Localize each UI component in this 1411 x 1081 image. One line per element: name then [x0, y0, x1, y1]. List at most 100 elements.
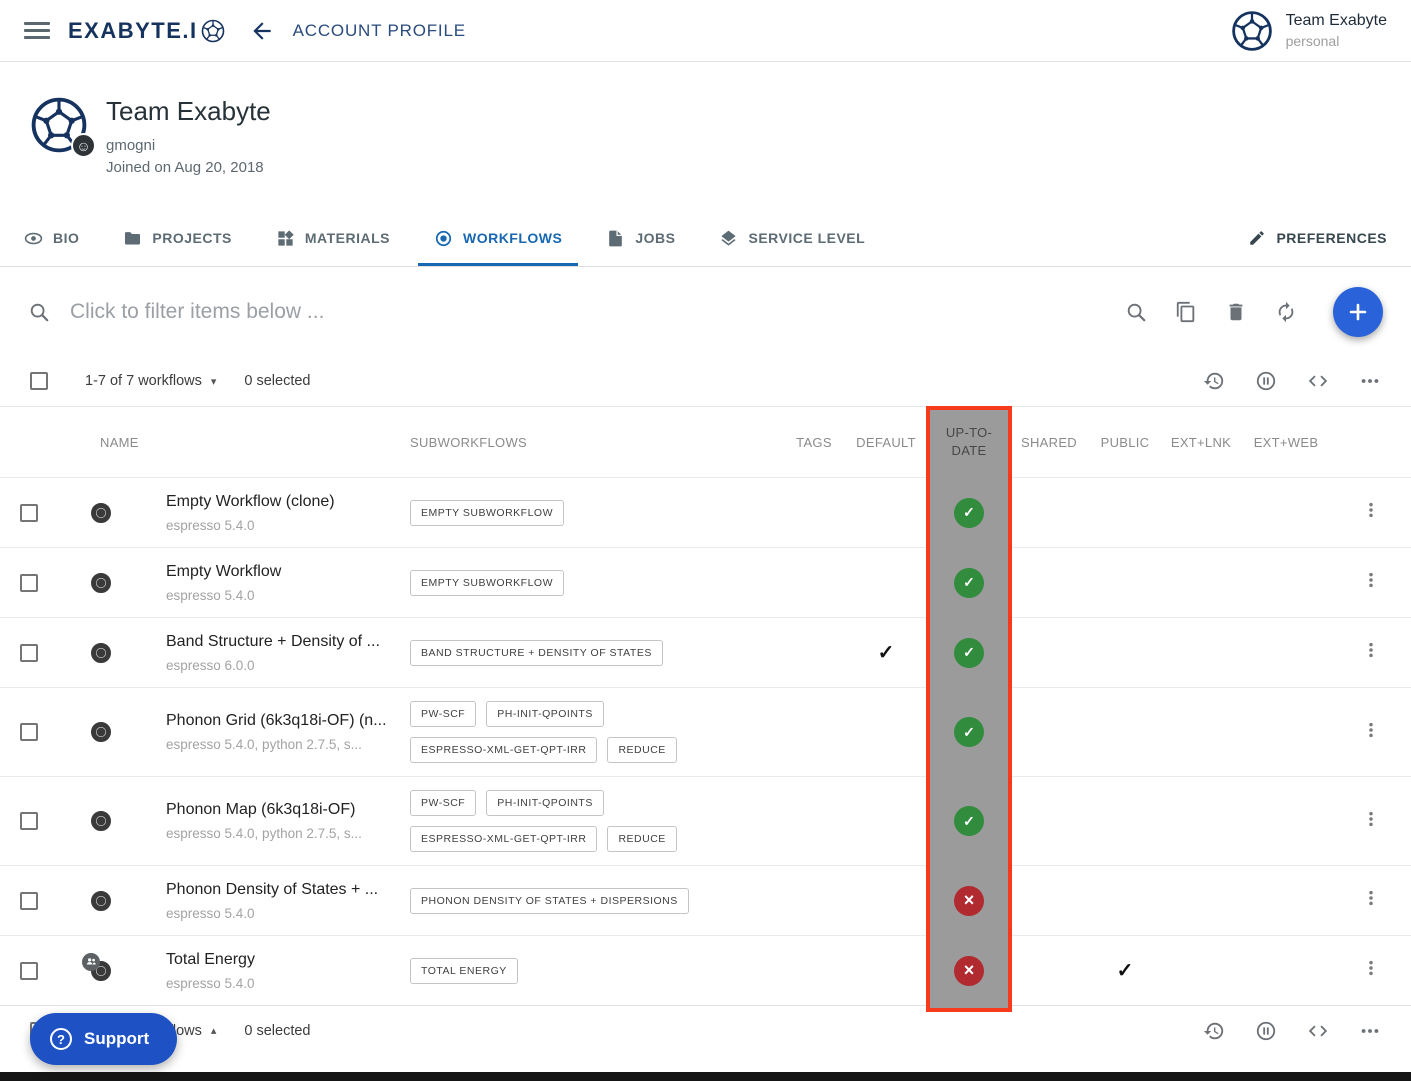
row-menu-icon[interactable]	[1361, 958, 1381, 983]
account-chip[interactable]: Team Exabyte personal	[1231, 10, 1387, 52]
column-header-up-to-date[interactable]: UP-TO-DATE	[930, 424, 1008, 459]
row-checkbox[interactable]	[20, 574, 38, 592]
column-header-default[interactable]: DEFAULT	[842, 435, 930, 450]
back-arrow-icon[interactable]	[249, 18, 275, 44]
team-people-badge-icon	[82, 953, 100, 971]
workflow-icon	[91, 503, 111, 523]
more-icon[interactable]	[1359, 370, 1381, 392]
row-checkbox[interactable]	[20, 892, 38, 910]
workflow-applications: espresso 5.4.0, python 2.7.5, s...	[166, 826, 396, 841]
table-row[interactable]: Empty Workflow (clone)espresso 5.4.0EMPT…	[0, 477, 1411, 547]
workflow-applications: espresso 5.4.0	[166, 906, 396, 921]
workflow-name[interactable]: Phonon Density of States + ...	[166, 881, 396, 899]
logo-text: EXABYTE.I	[68, 18, 198, 44]
row-menu-icon[interactable]	[1361, 500, 1381, 525]
workflow-name[interactable]: Phonon Map (6k3q18i-OF)	[166, 801, 396, 819]
up-to-date-yes-icon: ✓	[954, 806, 984, 836]
tab-projects[interactable]: PROJECTS	[123, 210, 231, 266]
row-checkbox[interactable]	[20, 812, 38, 830]
copy-icon[interactable]	[1175, 301, 1197, 323]
tab-label: SERVICE LEVEL	[748, 230, 865, 246]
column-header-name[interactable]: NAME	[58, 435, 396, 450]
column-header-shared[interactable]: SHARED	[1008, 435, 1090, 450]
table-row[interactable]: Band Structure + Density of ... espresso …	[0, 617, 1411, 687]
tab-workflows[interactable]: WORKFLOWS	[434, 210, 562, 266]
code-icon[interactable]	[1307, 370, 1329, 392]
exabyte-logo[interactable]: EXABYTE.I	[68, 18, 225, 44]
public-check-icon: ✓	[1117, 958, 1134, 983]
delete-icon[interactable]	[1225, 301, 1247, 323]
column-header-public[interactable]: PUBLIC	[1090, 435, 1160, 450]
footer-controls: 1-7 of 7 workflows ▴ 0 selected	[0, 1005, 1411, 1055]
row-menu-icon[interactable]	[1361, 888, 1381, 913]
tab-bio[interactable]: BIO	[24, 210, 79, 266]
list-actions	[1203, 370, 1381, 392]
row-checkbox[interactable]	[20, 644, 38, 662]
more-icon[interactable]	[1359, 1020, 1381, 1042]
restore-icon[interactable]	[1203, 1020, 1225, 1042]
workflow-name[interactable]: Band Structure + Density of ...	[166, 633, 396, 651]
sync-icon[interactable]	[1275, 301, 1297, 323]
workflows-table: NAME SUBWORKFLOWS TAGS DEFAULT UP-TO-DAT…	[0, 407, 1411, 1005]
help-icon: ?	[50, 1028, 72, 1050]
select-all-checkbox[interactable]	[30, 372, 48, 390]
account-name: Team Exabyte	[1286, 12, 1387, 30]
row-menu-icon[interactable]	[1361, 809, 1381, 834]
selected-count: 0 selected	[244, 373, 310, 389]
table-row[interactable]: Phonon Grid (6k3q18i-OF) (n...espresso 5…	[0, 687, 1411, 776]
workflow-name[interactable]: Total Energy	[166, 951, 396, 969]
range-label: 1-7 of 7 workflows	[85, 373, 202, 389]
restore-icon[interactable]	[1203, 370, 1225, 392]
workflow-icon	[91, 643, 111, 663]
row-menu-icon[interactable]	[1361, 570, 1381, 595]
workflow-icon	[91, 722, 111, 742]
workflow-icon	[91, 891, 111, 911]
filter-toolbar	[1125, 287, 1383, 337]
tab-service-level[interactable]: SERVICE LEVEL	[719, 210, 865, 266]
tab-jobs[interactable]: JOBS	[606, 210, 675, 266]
workflow-table-rows: Empty Workflow (clone) espresso 5.4.0 EMPT…	[0, 477, 1411, 1005]
logo-ball-icon	[201, 19, 225, 43]
pause-icon[interactable]	[1255, 370, 1277, 392]
table-row[interactable]: Phonon Map (6k3q18i-OF) espresso 5.4.0, p…	[0, 776, 1411, 865]
preferences-button[interactable]: PREFERENCES	[1248, 229, 1387, 247]
filter-input[interactable]	[70, 300, 1105, 324]
table-row[interactable]: Phonon Density of States + ... espresso 5…	[0, 865, 1411, 935]
support-button[interactable]: ? Support	[30, 1013, 177, 1065]
subworkflow-chips: TOTAL ENERGY	[410, 958, 786, 984]
menu-icon[interactable]	[24, 18, 50, 43]
toolbar-search-icon[interactable]	[1125, 301, 1147, 323]
up-to-date-cell: ✓	[930, 568, 1008, 598]
column-header-ext-lnk[interactable]: EXT+LNK	[1160, 435, 1242, 450]
column-header-ext-web[interactable]: EXT+WEB	[1242, 435, 1330, 450]
row-menu-icon[interactable]	[1361, 720, 1381, 745]
subworkflow-chips: EMPTY SUBWORKFLOW	[410, 570, 786, 596]
tab-label: MATERIALS	[305, 230, 390, 246]
up-to-date-cell: ✓	[930, 806, 1008, 836]
up-to-date-no-icon: ×	[954, 886, 984, 916]
column-header-subworkflows[interactable]: SUBWORKFLOWS	[396, 435, 786, 450]
row-checkbox[interactable]	[20, 723, 38, 741]
user-face-badge-icon: ☺	[71, 133, 96, 158]
table-row[interactable]: Total Energyespresso 5.4.0TOTAL ENERGY×✓	[0, 935, 1411, 1005]
row-checkbox[interactable]	[20, 962, 38, 980]
workflow-name[interactable]: Empty Workflow	[166, 563, 396, 581]
workflow-icon	[91, 573, 111, 593]
row-menu-icon[interactable]	[1361, 640, 1381, 665]
workflow-applications: espresso 5.4.0	[166, 518, 396, 533]
subworkflow-chip: BAND STRUCTURE + DENSITY OF STATES	[410, 640, 663, 666]
column-header-tags[interactable]: TAGS	[786, 435, 842, 450]
pagination-dropdown[interactable]: 1-7 of 7 workflows ▾	[85, 373, 216, 389]
workflow-name[interactable]: Phonon Grid (6k3q18i-OF) (n...	[166, 712, 396, 730]
up-to-date-cell: ✓	[930, 638, 1008, 668]
code-icon[interactable]	[1307, 1020, 1329, 1042]
default-cell: ✓	[842, 640, 930, 665]
table-row[interactable]: Empty Workflowespresso 5.4.0EMPTY SUBWOR…	[0, 547, 1411, 617]
pause-icon[interactable]	[1255, 1020, 1277, 1042]
add-workflow-button[interactable]	[1333, 287, 1383, 337]
chevron-down-icon: ▾	[211, 375, 217, 388]
row-checkbox[interactable]	[20, 504, 38, 522]
tab-materials[interactable]: MATERIALS	[276, 210, 390, 266]
workflow-applications: espresso 6.0.0	[166, 658, 396, 673]
workflow-name[interactable]: Empty Workflow (clone)	[166, 493, 396, 511]
